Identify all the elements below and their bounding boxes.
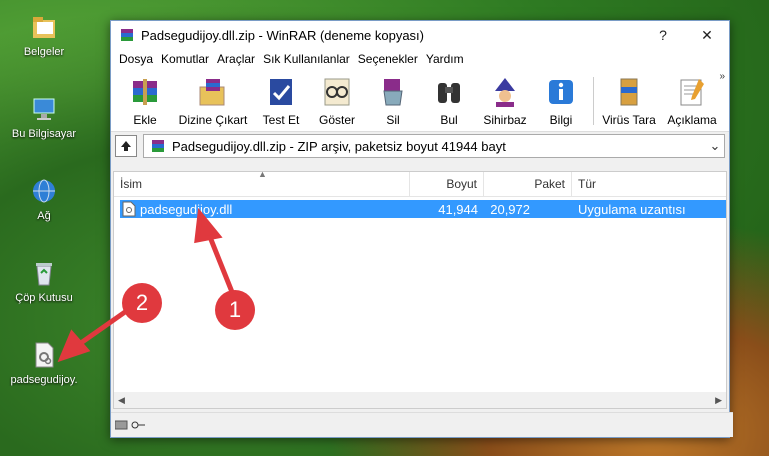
step-badge-1: 1 — [215, 290, 255, 330]
annotation-arrows — [57, 207, 235, 363]
arrow-2 — [57, 309, 127, 363]
step-badge-2: 2 — [122, 283, 162, 323]
arrow-1 — [194, 207, 235, 293]
